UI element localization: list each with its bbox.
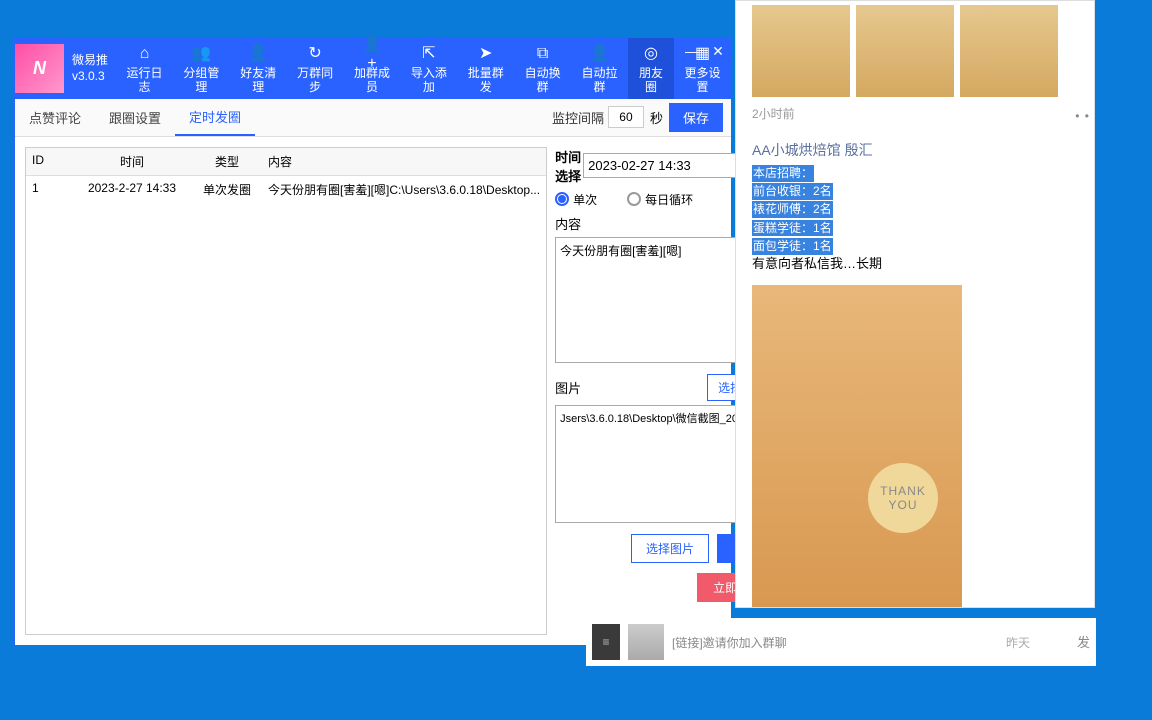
monitor-interval-input[interactable] (608, 106, 644, 128)
nav-tab-9[interactable]: ◎朋友圈 (628, 38, 674, 99)
monitor-interval-label: 监控间隔 (552, 108, 604, 127)
nav-icon: ➤ (476, 44, 496, 64)
send-label[interactable]: 发 (1077, 632, 1090, 651)
col-time: 时间 (72, 148, 192, 175)
image-label: 图片 (555, 378, 581, 397)
nav-icon: ↻ (305, 44, 325, 64)
nav-label: 加群成员 (351, 66, 394, 95)
nav-icon: ◎ (641, 44, 661, 64)
chat-time: 昨天 (1006, 634, 1030, 651)
menu-icon[interactable]: ≡ (592, 624, 620, 660)
nav-icon: ⧉ (533, 44, 553, 64)
title-bar: N 微易推 v3.0.3 ⌂运行日志👥分组管理👤好友清理↻万群同步👤+加群成员⇱… (15, 38, 731, 99)
nav-icon: 👤 (248, 44, 268, 64)
sub-tab-follow-settings[interactable]: 跟圈设置 (95, 100, 175, 135)
close-button[interactable]: ✕ (709, 42, 727, 60)
app-logo: N (15, 44, 64, 93)
post-text: 前台收银：2名 (752, 183, 833, 200)
post-text: 蛋糕学徒：1名 (752, 220, 833, 237)
radio-checked-icon (555, 192, 569, 206)
thumbnail[interactable] (960, 5, 1058, 97)
nav-icon: 👤+ (362, 44, 382, 64)
moments-feed-panel: 2小时前 • • AA小城烘焙馆 殷汇 本店招聘： 前台收银：2名 裱花师傅：2… (735, 0, 1095, 608)
schedule-table: ID 时间 类型 内容 1 2023-2-27 14:33 单次发圈 今天份朋有… (25, 147, 547, 635)
post-text: 面包学徒：1名 (752, 238, 833, 255)
nav-icon: 👤 (589, 44, 609, 64)
app-name: 微易推 (72, 52, 108, 69)
app-title: 微易推 v3.0.3 (64, 47, 116, 91)
nav-label: 自动换群 (521, 66, 564, 95)
post-author[interactable]: AA小城烘焙馆 殷汇 (752, 140, 1078, 160)
nav-tab-6[interactable]: ➤批量群发 (457, 38, 514, 99)
app-version: v3.0.3 (72, 68, 108, 85)
chat-preview-text: [链接]邀请你加入群聊 (672, 634, 998, 651)
post-image[interactable]: THANK YOU (752, 285, 962, 608)
sub-tab-like-comment[interactable]: 点赞评论 (15, 100, 95, 135)
col-id: ID (26, 148, 72, 175)
chat-preview-bar[interactable]: ≡ [链接]邀请你加入群聊 昨天 发 (586, 618, 1096, 666)
cell-time: 2023-2-27 14:33 (72, 176, 192, 203)
save-button[interactable]: 保存 (669, 103, 723, 132)
avatar (628, 624, 664, 660)
nav-tab-8[interactable]: 👤自动拉群 (571, 38, 628, 99)
post-text: 有意向者私信我…长期 (752, 255, 1078, 273)
thumbnail[interactable] (856, 5, 954, 97)
thank-you-badge: THANK YOU (868, 463, 938, 533)
main-nav: ⌂运行日志👥分组管理👤好友清理↻万群同步👤+加群成员⇱导入添加➤批量群发⧉自动换… (116, 38, 731, 99)
radio-daily[interactable]: 每日循环 (627, 191, 693, 208)
thumbnail-row (752, 5, 1078, 97)
sub-tab-bar: 点赞评论 跟圈设置 定时发圈 监控间隔 秒 保存 (15, 99, 731, 137)
nav-tab-2[interactable]: 👤好友清理 (230, 38, 287, 99)
select-image-button[interactable]: 选择图片 (631, 534, 709, 563)
thumbnail[interactable] (752, 5, 850, 97)
cell-type: 单次发圈 (192, 176, 262, 203)
nav-tab-4[interactable]: 👤+加群成员 (344, 38, 401, 99)
nav-label: 批量群发 (464, 66, 507, 95)
radio-once[interactable]: 单次 (555, 191, 597, 208)
nav-label: 好友清理 (237, 66, 280, 95)
monitor-unit: 秒 (650, 108, 663, 127)
radio-once-label: 单次 (573, 191, 597, 208)
nav-label: 更多设置 (681, 66, 724, 95)
more-menu-icon[interactable]: • • (1075, 109, 1090, 123)
cell-content: 今天份朋有圈[害羞][嗯]C:\Users\3.6.0.18\Desktop..… (262, 176, 546, 203)
nav-icon: ⇱ (419, 44, 439, 64)
nav-tab-5[interactable]: ⇱导入添加 (400, 38, 457, 99)
nav-label: 朋友圈 (635, 66, 667, 95)
post-text: 本店招聘： (752, 165, 814, 182)
radio-unchecked-icon (627, 192, 641, 206)
col-type: 类型 (192, 148, 262, 175)
nav-label: 分组管理 (180, 66, 223, 95)
nav-label: 万群同步 (294, 66, 337, 95)
nav-icon: ⌂ (134, 44, 154, 64)
cell-id: 1 (26, 176, 72, 203)
post-time: 2小时前 (752, 105, 1078, 122)
nav-icon: 👥 (191, 44, 211, 64)
nav-label: 运行日志 (123, 66, 166, 95)
nav-tab-7[interactable]: ⧉自动换群 (514, 38, 571, 99)
table-row[interactable]: 1 2023-2-27 14:33 单次发圈 今天份朋有圈[害羞][嗯]C:\U… (26, 176, 546, 203)
nav-tab-1[interactable]: 👥分组管理 (173, 38, 230, 99)
datetime-label: 时间选择 (555, 147, 583, 185)
nav-tab-0[interactable]: ⌂运行日志 (116, 38, 173, 99)
nav-label: 自动拉群 (578, 66, 621, 95)
main-window: N 微易推 v3.0.3 ⌂运行日志👥分组管理👤好友清理↻万群同步👤+加群成员⇱… (14, 37, 732, 646)
sub-tab-scheduled-post[interactable]: 定时发圈 (175, 99, 255, 136)
col-content: 内容 (262, 148, 546, 175)
nav-tab-3[interactable]: ↻万群同步 (287, 38, 344, 99)
minimize-button[interactable]: — (683, 42, 701, 60)
radio-daily-label: 每日循环 (645, 191, 693, 208)
post-text: 裱花师傅：2名 (752, 201, 833, 218)
nav-label: 导入添加 (407, 66, 450, 95)
